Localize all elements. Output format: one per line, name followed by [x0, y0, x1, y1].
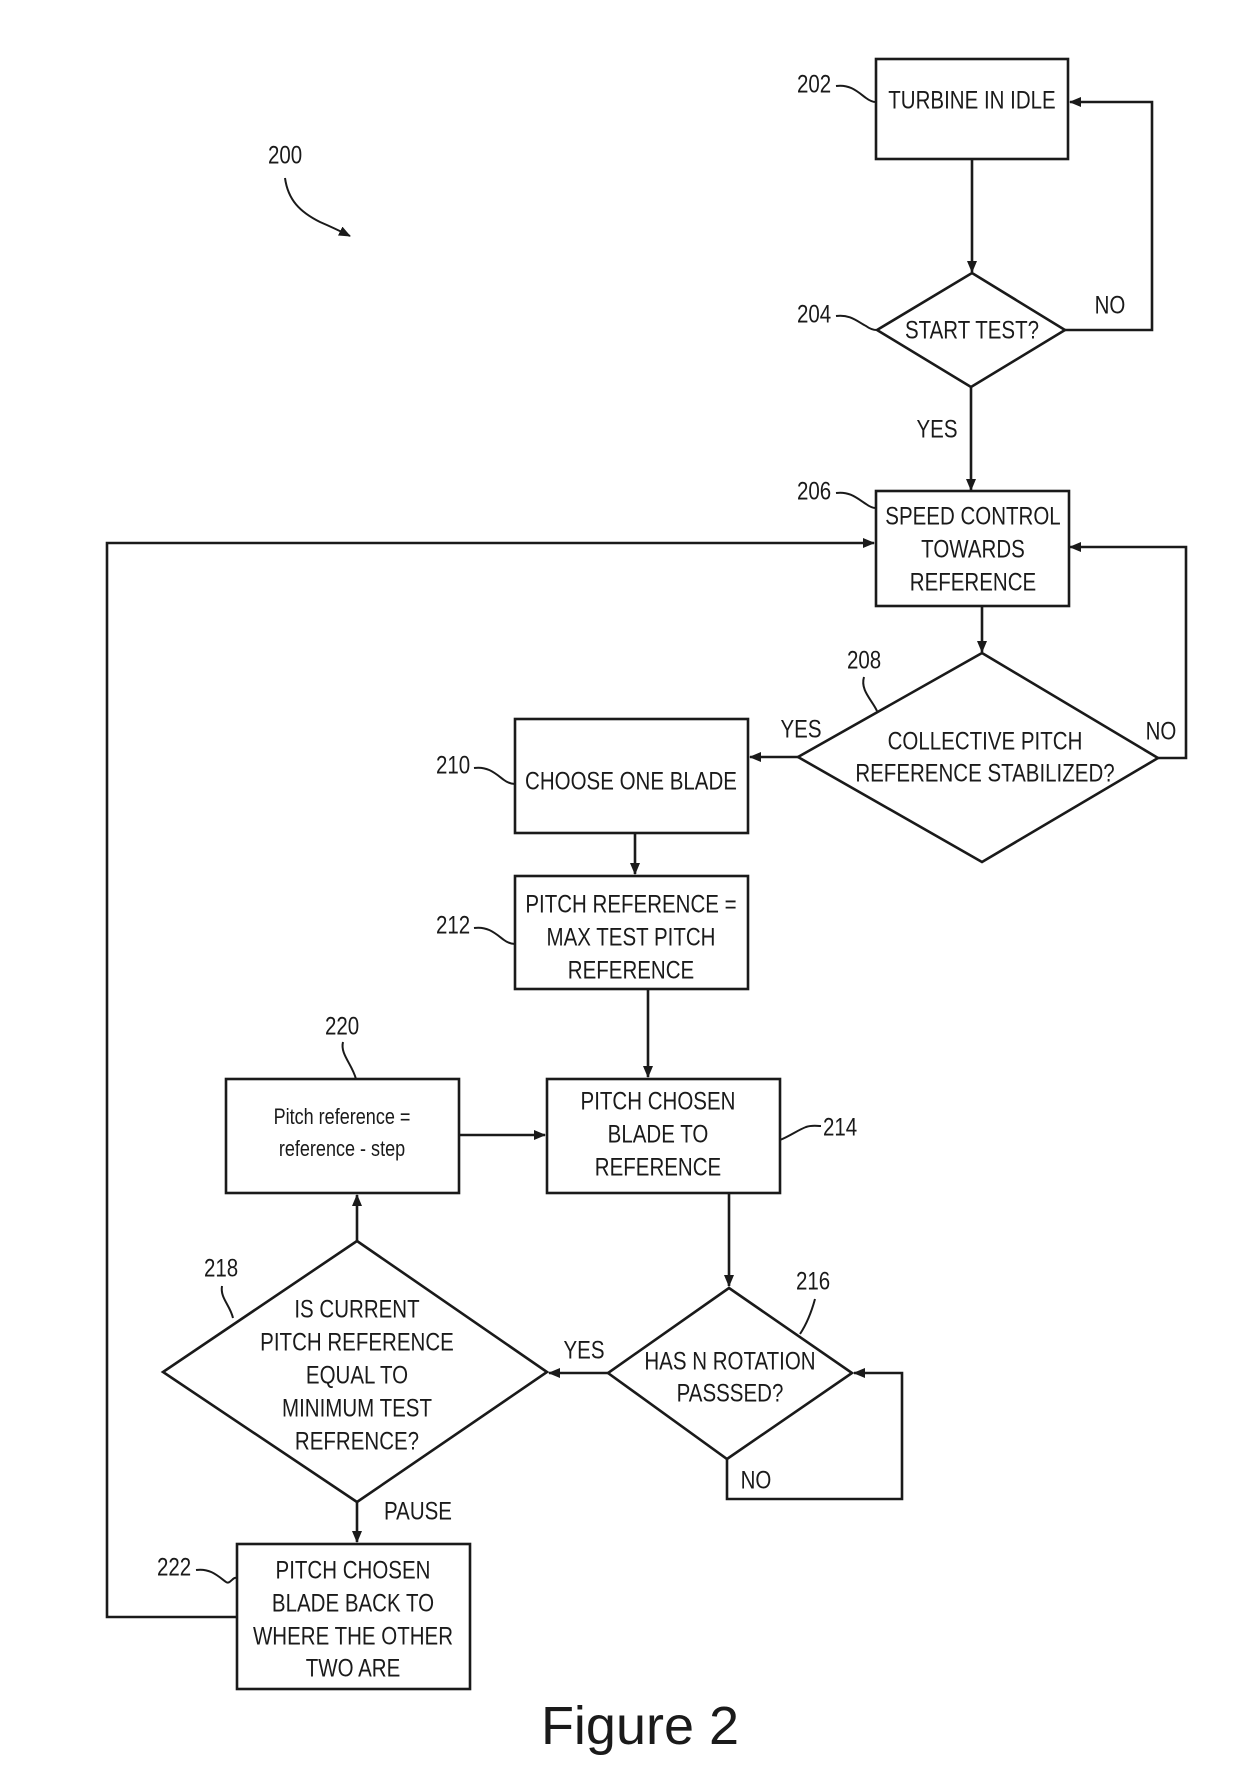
node-202-turbine-idle: TURBINE IN IDLE 202	[797, 57, 1070, 161]
node-text: COLLECTIVE PITCH	[888, 727, 1083, 755]
ref-leader	[835, 491, 877, 509]
edge-label-216-no: NO	[741, 1466, 772, 1494]
process-box	[224, 1077, 461, 1195]
node-text: REFRENCE?	[295, 1427, 419, 1455]
node-text: CHOOSE ONE BLADE	[525, 767, 737, 795]
node-text: EQUAL TO	[306, 1361, 408, 1389]
diagram-ref-arrow	[284, 177, 351, 237]
edge-label-208-yes: YES	[780, 715, 821, 743]
node-204-start-test: START TEST? 204	[797, 271, 1068, 389]
diagram-ref-label: 200	[268, 141, 302, 169]
ref-leader	[779, 1124, 822, 1141]
node-text: BLADE TO	[608, 1120, 709, 1148]
ref-label: 214	[823, 1113, 857, 1141]
ref-leader	[835, 314, 878, 331]
ref-leader	[341, 1041, 357, 1080]
node-220-reference-minus-step: Pitch reference = reference - step 220	[224, 1012, 461, 1195]
ref-leader	[220, 1285, 234, 1319]
node-212-pitch-reference-max: PITCH REFERENCE = MAX TEST PITCH REFEREN…	[436, 874, 750, 991]
ref-label: 204	[797, 300, 831, 328]
node-text: START TEST?	[905, 316, 1039, 344]
ref-leader	[862, 676, 878, 712]
node-text: WHERE THE OTHER	[253, 1622, 453, 1650]
node-text: BLADE BACK TO	[272, 1589, 434, 1617]
ref-label: 202	[797, 70, 831, 98]
ref-label: 210	[436, 751, 470, 779]
node-218-min-test-reference: IS CURRENT PITCH REFERENCE EQUAL TO MINI…	[160, 1239, 550, 1504]
edge-label-216-yes: YES	[563, 1336, 604, 1364]
node-text: TOWARDS	[921, 535, 1025, 563]
edge-label-208-no: NO	[1146, 717, 1177, 745]
node-text: REFERENCE STABILIZED?	[855, 759, 1114, 787]
node-206-speed-control: SPEED CONTROL TOWARDS REFERENCE 206	[797, 477, 1071, 608]
ref-label: 222	[157, 1553, 191, 1581]
ref-label: 208	[847, 646, 881, 674]
node-text: SPEED CONTROL	[885, 502, 1060, 530]
node-text: PITCH CHOSEN	[276, 1556, 431, 1584]
ref-leader	[835, 84, 877, 103]
node-text: PITCH CHOSEN	[581, 1087, 736, 1115]
node-text: Pitch reference =	[274, 1105, 411, 1129]
node-text: reference - step	[279, 1137, 405, 1161]
node-208-collective-pitch: COLLECTIVE PITCH REFERENCE STABILIZED? 2…	[795, 646, 1161, 864]
ref-leader	[473, 766, 516, 785]
node-text: PITCH REFERENCE =	[525, 890, 736, 918]
node-210-choose-blade: CHOOSE ONE BLADE 210	[436, 717, 750, 835]
node-text: TWO ARE	[306, 1654, 401, 1682]
node-text: REFERENCE	[595, 1153, 721, 1181]
node-text: HAS N ROTATION	[644, 1347, 815, 1375]
decision-diamond	[795, 651, 1161, 864]
node-214-pitch-blade-to-reference: PITCH CHOSEN BLADE TO REFERENCE 214	[545, 1077, 857, 1195]
ref-label: 216	[796, 1267, 830, 1295]
node-text: PASSSED?	[677, 1379, 784, 1407]
node-216-n-rotation: HAS N ROTATION PASSSED? 216	[605, 1267, 855, 1461]
ref-leader	[473, 926, 516, 945]
edge-label-204-yes: YES	[916, 415, 957, 443]
figure-caption: Figure 2	[541, 1696, 739, 1756]
node-text: REFERENCE	[568, 956, 694, 984]
node-text: IS CURRENT	[294, 1295, 419, 1323]
node-text: PITCH REFERENCE	[260, 1328, 454, 1356]
node-text: TURBINE IN IDLE	[888, 86, 1055, 114]
node-text: MINIMUM TEST	[282, 1394, 432, 1422]
ref-label: 220	[325, 1012, 359, 1040]
ref-leader	[195, 1568, 238, 1584]
node-text: REFERENCE	[910, 568, 1036, 596]
node-text: MAX TEST PITCH	[547, 923, 716, 951]
ref-label: 218	[204, 1254, 238, 1282]
ref-label: 206	[797, 477, 831, 505]
ref-leader	[799, 1298, 816, 1335]
edge-label-204-no: NO	[1095, 291, 1126, 319]
ref-label: 212	[436, 911, 470, 939]
flowchart-canvas: 200 TURBINE IN IDLE 202 START TEST? 204	[105, 57, 1188, 1756]
edge-label-218-pause: PAUSE	[384, 1497, 452, 1525]
